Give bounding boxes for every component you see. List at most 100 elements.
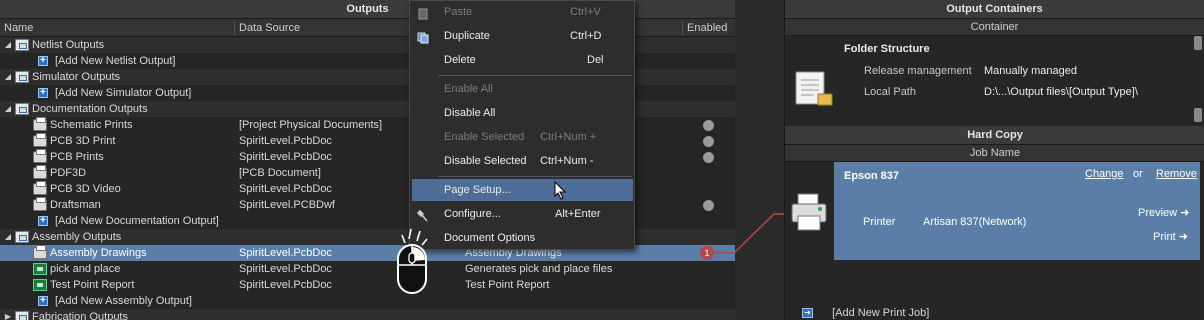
print-button[interactable]: Print ➜: [1153, 230, 1188, 243]
row-label: pick and place: [50, 263, 121, 275]
menu-item-shortcut: Ctrl+Num +: [540, 131, 597, 143]
menu-item-page-setup[interactable]: Page Setup...: [412, 179, 633, 201]
row-data-source: SpiritLevel.PCBDwf: [239, 199, 335, 211]
menu-item-label: Enable Selected: [444, 131, 525, 143]
change-link[interactable]: Change: [1085, 168, 1124, 180]
row-data-source: [PCB Document]: [239, 167, 321, 179]
add-print-job-label: [Add New Print Job]: [832, 307, 930, 319]
menu-item-disable-all[interactable]: Disable All: [410, 102, 634, 124]
menu-item-shortcut: Alt+Enter: [555, 208, 601, 220]
tree-group-row[interactable]: ▶ Fabrication Outputs: [0, 309, 735, 320]
folder-structure-container[interactable]: Folder Structure Release management Manu…: [785, 36, 1204, 124]
collapse-arrow-icon[interactable]: ◢: [4, 69, 12, 85]
menu-item-label: Document Options: [444, 232, 536, 244]
folder-structure-icon: [795, 71, 833, 106]
tree-output-row[interactable]: pick and place SpiritLevel.PcbDoc Generate…: [0, 261, 735, 277]
printer-doc-icon: [33, 117, 47, 131]
print-job-name: Epson 837: [844, 170, 900, 182]
enabled-indicator[interactable]: [703, 200, 714, 211]
menu-item-label: Configure...: [444, 208, 501, 220]
tree-output-row[interactable]: Test Point Report SpiritLevel.PcbDoc Test …: [0, 277, 735, 293]
row-name-cell: pick and place: [33, 261, 120, 277]
row-label: Documentation Outputs: [32, 103, 148, 115]
report-chip-icon: [33, 279, 47, 291]
row-label: [Add New Assembly Output]: [55, 295, 192, 307]
menu-item-shortcut: Ctrl+D: [570, 30, 602, 42]
row-label: PDF3D: [50, 167, 87, 179]
add-icon: [38, 293, 48, 309]
tree-output-row[interactable]: [Add New Assembly Output]: [0, 293, 735, 309]
row-data-source: SpiritLevel.PcbDoc: [239, 263, 332, 275]
menu-item-disable-selected[interactable]: Disable Selected Ctrl+Num -: [410, 150, 634, 172]
collapse-arrow-icon[interactable]: ◢: [4, 37, 12, 53]
column-name[interactable]: Name: [4, 19, 33, 37]
row-data-source: [Project Physical Documents]: [239, 119, 383, 131]
printer-doc-icon: [33, 197, 47, 211]
output-group-icon: [15, 103, 29, 115]
menu-item-enable-selected[interactable]: Enable Selected Ctrl+Num +: [410, 126, 634, 148]
row-label: Simulator Outputs: [32, 71, 121, 83]
menu-separator: [438, 75, 632, 76]
row-name-cell: ◢ Assembly Outputs: [4, 229, 121, 245]
menu-item-configure[interactable]: Configure... Alt+Enter: [410, 203, 634, 225]
container-column-header[interactable]: Container: [785, 19, 1204, 36]
menu-separator: [438, 176, 632, 177]
row-name-cell: [Add New Simulator Output]: [38, 85, 191, 101]
row-data-source: SpiritLevel.PcbDoc: [239, 247, 332, 259]
row-label: Test Point Report: [50, 279, 135, 291]
remove-link[interactable]: Remove: [1156, 168, 1197, 180]
menu-item-duplicate[interactable]: Duplicate Ctrl+D: [410, 25, 634, 47]
enabled-indicator[interactable]: [703, 152, 714, 163]
preview-button[interactable]: Preview ➜: [1138, 206, 1189, 219]
menu-item-label: Page Setup...: [444, 184, 511, 196]
connector-line: [714, 213, 790, 254]
menu-item-label: Disable All: [444, 107, 496, 119]
printer-icon: [791, 193, 827, 231]
enabled-indicator[interactable]: [703, 136, 714, 147]
printer-value: Artisan 837(Network): [923, 216, 1027, 228]
row-data-source: SpiritLevel.PcbDoc: [239, 279, 332, 291]
containers-scrollbar[interactable]: [1194, 36, 1202, 122]
menu-item-document-options[interactable]: Document Options: [410, 227, 634, 249]
column-enabled[interactable]: Enabled: [687, 19, 727, 37]
row-label: PCB 3D Video: [50, 183, 121, 195]
row-label: Assembly Outputs: [32, 231, 122, 243]
row-name-cell: Draftsman: [33, 197, 101, 213]
job-name-column-header[interactable]: Job Name: [785, 145, 1204, 162]
menu-item-paste[interactable]: Paste Ctrl+V: [410, 1, 634, 23]
print-job-epson[interactable]: Epson 837 Change or Remove Printer Artis…: [834, 162, 1200, 260]
column-data-source[interactable]: Data Source: [239, 19, 300, 37]
connector-path: [714, 213, 790, 254]
add-icon: [38, 85, 48, 101]
printer-doc-icon: [33, 165, 47, 179]
output-group-icon: [15, 231, 29, 243]
collapse-arrow-icon[interactable]: ◢: [4, 101, 12, 117]
add-print-job[interactable]: ➜ [Add New Print Job]: [802, 305, 929, 320]
local-path-label: Local Path: [864, 86, 916, 98]
menu-item-delete[interactable]: Delete Del: [410, 49, 634, 71]
menu-item-shortcut: Ctrl+Num -: [540, 155, 594, 167]
output-group-icon: [15, 71, 29, 83]
hard-copy-title: Hard Copy: [785, 126, 1204, 145]
menu-item-shortcut: Ctrl+V: [570, 6, 601, 18]
menu-item-enable-all[interactable]: Enable All: [410, 78, 634, 100]
arrow-right-icon: ➜: [1180, 207, 1190, 219]
arrow-right-icon: ➜: [1178, 231, 1188, 243]
row-name-cell: ◢ Documentation Outputs: [4, 101, 148, 117]
folder-structure-title: Folder Structure: [844, 43, 930, 55]
collapse-arrow-icon[interactable]: ◢: [4, 229, 12, 245]
container-link-badge: 1: [700, 246, 714, 260]
add-print-job-icon: ➜: [802, 308, 813, 319]
row-name-cell: [Add New Documentation Output]: [38, 213, 219, 229]
row-label: PCB 3D Print: [50, 135, 116, 147]
expand-arrow-icon[interactable]: ▶: [4, 309, 12, 320]
add-icon: [38, 213, 48, 229]
enabled-indicator[interactable]: [703, 120, 714, 131]
row-name-cell: [Add New Netlist Output]: [38, 53, 175, 69]
print-label: Print: [1153, 231, 1176, 243]
row-name-cell: Test Point Report: [33, 277, 134, 293]
row-name-cell: Schematic Prints: [33, 117, 133, 133]
printer-label: Printer: [863, 216, 896, 228]
row-label: Assembly Drawings: [50, 247, 147, 259]
row-label: Fabrication Outputs: [32, 311, 128, 320]
